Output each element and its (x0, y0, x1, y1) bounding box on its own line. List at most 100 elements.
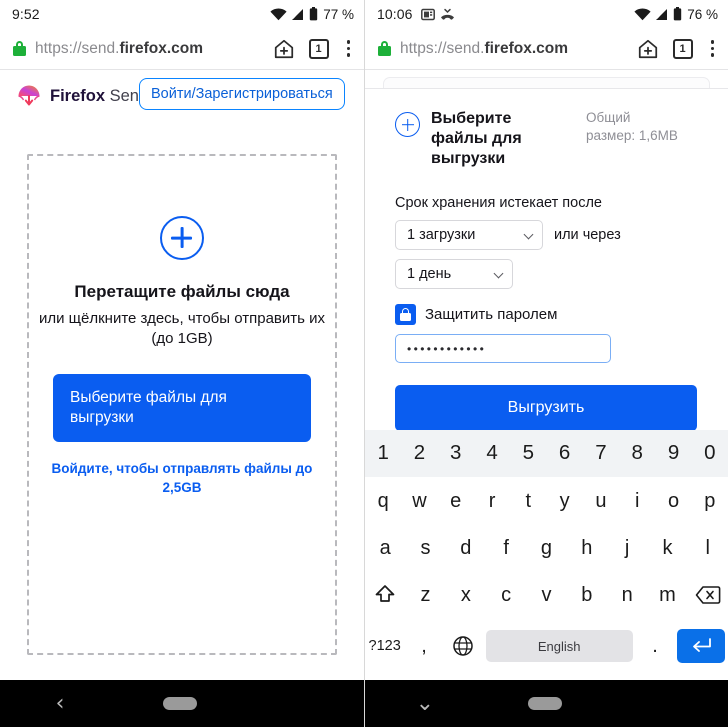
key-d[interactable]: d (449, 538, 483, 558)
browser-url-bar-left[interactable]: https://send.firefox.com 1 (0, 28, 364, 70)
wifi-icon (270, 7, 287, 20)
expiry-time-select[interactable]: 1 день (395, 259, 513, 289)
add-to-home-icon[interactable] (637, 38, 659, 60)
url-text[interactable]: https://send.firefox.com (400, 40, 629, 58)
key-a[interactable]: a (368, 538, 402, 558)
key-w[interactable]: w (402, 491, 436, 511)
key-e[interactable]: e (439, 491, 473, 511)
shift-key[interactable] (368, 583, 402, 607)
period-key[interactable]: . (638, 636, 672, 656)
keyboard-row-middle: asdfghjkl (365, 524, 728, 571)
chevron-down-icon (524, 231, 533, 240)
tab-count-button[interactable]: 1 (672, 38, 693, 59)
total-size-label: Общий размер: 1,6MB (586, 110, 678, 143)
phone-screen-right: 10:06 76 % https://send.firefox.com 1 Вы… (364, 0, 728, 727)
status-icons: 76 % (634, 7, 718, 22)
brand-title: Firefox Send (50, 86, 149, 105)
plus-circle-icon[interactable] (395, 112, 420, 137)
key-x[interactable]: x (449, 585, 483, 605)
status-time: 10:06 (377, 6, 413, 22)
keyboard-row-top: qwertyuiop (365, 477, 728, 524)
key-8[interactable]: 8 (620, 443, 654, 464)
status-bar-left: 9:52 77 % (0, 0, 364, 28)
key-1[interactable]: 1 (366, 443, 400, 464)
key-0[interactable]: 0 (693, 443, 727, 464)
key-2[interactable]: 2 (402, 443, 436, 464)
space-key[interactable]: English (485, 630, 633, 662)
key-5[interactable]: 5 (511, 443, 545, 464)
keyboard-row-numbers: 1234567890 (365, 430, 728, 477)
key-y[interactable]: y (548, 491, 582, 511)
key-u[interactable]: u (584, 491, 618, 511)
key-6[interactable]: 6 (548, 443, 582, 464)
on-screen-keyboard: 1234567890 qwertyuiop asdfghjkl zxcvbnm … (365, 430, 728, 680)
key-3[interactable]: 3 (439, 443, 473, 464)
key-i[interactable]: i (620, 491, 654, 511)
url-text[interactable]: https://send.firefox.com (35, 40, 265, 58)
battery-icon (674, 7, 682, 21)
battery-percent: 77 % (323, 6, 354, 22)
battery-icon (310, 7, 318, 21)
file-dropzone[interactable]: Перетащите файлы сюда или щёлкните здесь… (27, 154, 337, 655)
download-count-select[interactable]: 1 загрузки (395, 220, 543, 250)
key-l[interactable]: l (691, 538, 725, 558)
dropzone-subtitle: или щёлкните здесь, чтобы отправить их (… (38, 310, 325, 348)
key-t[interactable]: t (511, 491, 545, 511)
symbols-key[interactable]: ?123 (368, 639, 402, 654)
key-4[interactable]: 4 (475, 443, 509, 464)
key-k[interactable]: k (650, 538, 684, 558)
key-s[interactable]: s (408, 538, 442, 558)
key-j[interactable]: j (610, 538, 644, 558)
scrolled-card-edge (365, 70, 728, 88)
status-bar-right: 10:06 76 % (365, 0, 728, 28)
cellular-signal-icon (292, 8, 304, 20)
select-files-label: Выберите файлы для выгрузки (431, 110, 522, 167)
key-b[interactable]: b (570, 585, 604, 605)
key-g[interactable]: g (529, 538, 563, 558)
key-9[interactable]: 9 (657, 443, 691, 464)
browser-url-bar-right[interactable]: https://send.firefox.com 1 (365, 28, 728, 70)
nav-hide-keyboard-button[interactable]: ⌄ (365, 692, 485, 715)
key-p[interactable]: p (693, 491, 727, 511)
phone-screen-left: 9:52 77 % https://send.firefox.com 1 Fir… (0, 0, 364, 727)
status-time: 9:52 (12, 6, 40, 22)
expiry-time-value: 1 день (407, 266, 452, 282)
key-z[interactable]: z (408, 585, 442, 605)
nav-back-button[interactable]: ‹ (0, 692, 120, 715)
language-globe-icon[interactable] (446, 635, 480, 657)
add-to-home-icon[interactable] (273, 38, 295, 60)
overflow-menu-icon[interactable] (707, 38, 719, 59)
brand-bar: Firefox Send Войти/Зарегистрироваться (0, 70, 364, 122)
key-7[interactable]: 7 (584, 443, 618, 464)
url-bar-actions: 1 (637, 38, 719, 60)
download-count-value: 1 загрузки (407, 227, 476, 243)
password-input[interactable]: •••••••••••• (395, 334, 611, 363)
key-c[interactable]: c (489, 585, 523, 605)
nav-home-pill[interactable] (485, 697, 605, 710)
key-f[interactable]: f (489, 538, 523, 558)
status-icons: 77 % (270, 7, 354, 22)
key-m[interactable]: m (650, 585, 684, 605)
signin-register-button[interactable]: Войти/Зарегистрироваться (139, 78, 345, 110)
key-r[interactable]: r (475, 491, 509, 511)
nav-home-pill[interactable] (120, 697, 240, 710)
comma-key[interactable]: , (407, 636, 441, 656)
key-n[interactable]: n (610, 585, 644, 605)
select-files-button[interactable]: Выберите файлы для выгрузки (53, 373, 311, 443)
expiry-section-label: Срок хранения истекает после (395, 195, 602, 211)
enter-key[interactable] (677, 629, 726, 663)
key-q[interactable]: q (366, 491, 400, 511)
missed-call-icon (440, 8, 454, 20)
key-v[interactable]: v (529, 585, 563, 605)
key-h[interactable]: h (570, 538, 604, 558)
signin-upsell-link[interactable]: Войдите, чтобы отправлять файлы до 2,5GB (47, 460, 317, 498)
upload-submit-button[interactable]: Выгрузить (395, 385, 697, 430)
cellular-signal-icon (656, 8, 668, 20)
backspace-key[interactable] (691, 584, 725, 606)
tab-count-button[interactable]: 1 (308, 38, 329, 59)
wifi-icon (634, 7, 651, 20)
password-protect-row[interactable]: Защитить паролем (395, 304, 712, 325)
key-o[interactable]: o (657, 491, 691, 511)
password-checkbox[interactable] (395, 304, 416, 325)
overflow-menu-icon[interactable] (343, 38, 355, 59)
